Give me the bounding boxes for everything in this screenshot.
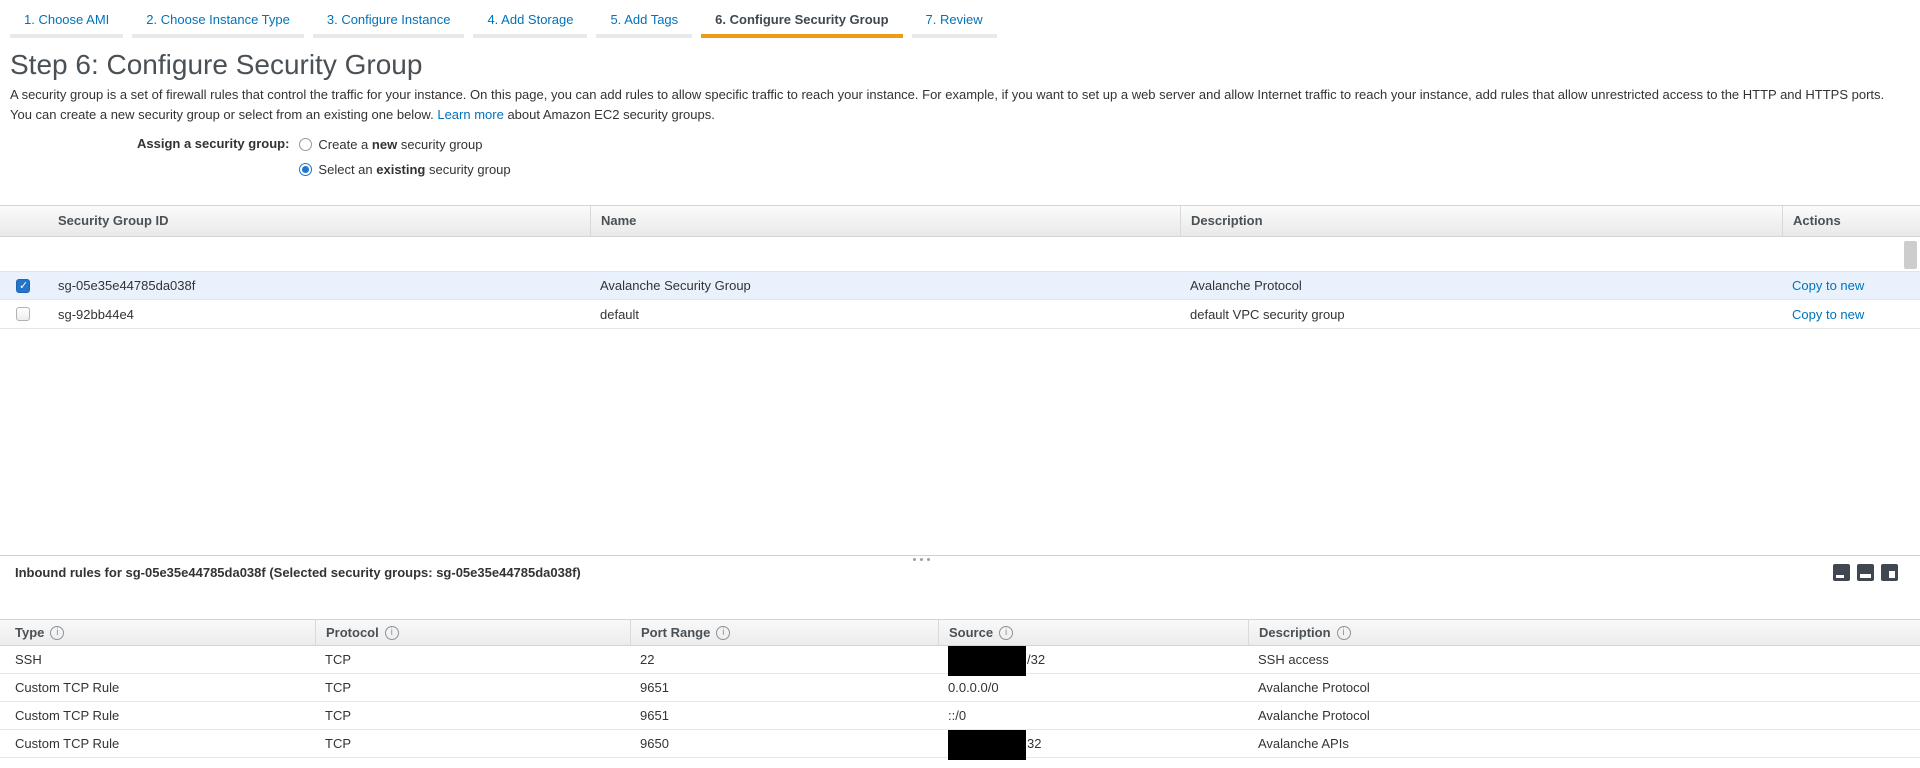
wizard-tab-2[interactable]: 2. Choose Instance Type bbox=[132, 9, 304, 38]
panel-divider bbox=[0, 555, 1920, 556]
column-header-security-group-id: Security Group ID bbox=[48, 206, 590, 236]
inbound-rule-row: Custom TCP RuleTCP965032Avalanche APIs bbox=[0, 730, 1920, 758]
security-group-table-header: Security Group ID Name Description Actio… bbox=[0, 205, 1920, 237]
column-header-description: Descriptioni bbox=[1248, 620, 1920, 645]
table-gap bbox=[0, 237, 1920, 271]
inbound-rule-row: SSHTCP22/32SSH access bbox=[0, 646, 1920, 674]
rule-protocol-cell: TCP bbox=[315, 736, 630, 751]
row-checkbox[interactable] bbox=[16, 279, 30, 293]
radio-option-label: Create a new security group bbox=[318, 137, 482, 152]
inbound-rule-row: Custom TCP RuleTCP96510.0.0.0/0Avalanche… bbox=[0, 674, 1920, 702]
rule-type-cell: Custom TCP Rule bbox=[0, 680, 315, 695]
column-header-name: Name bbox=[590, 206, 1180, 236]
rule-description-cell: Avalanche Protocol bbox=[1248, 680, 1920, 695]
security-group-table: Security Group ID Name Description Actio… bbox=[0, 205, 1920, 329]
assign-security-group-label: Assign a security group: bbox=[137, 136, 289, 151]
rule-description-cell: Avalanche APIs bbox=[1248, 736, 1920, 751]
rule-port-range-cell: 22 bbox=[630, 652, 938, 667]
inbound-rules-title: Inbound rules for sg-05e35e44785da038f (… bbox=[15, 565, 581, 580]
sg-name-cell: default bbox=[590, 307, 1180, 322]
sg-actions-cell: Copy to new bbox=[1782, 307, 1920, 322]
inbound-rule-row: Custom TCP RuleTCP9651::/0Avalanche Prot… bbox=[0, 702, 1920, 730]
view-toggle-group bbox=[1833, 564, 1898, 581]
wizard-tab-5[interactable]: 5. Add Tags bbox=[596, 9, 692, 38]
column-header-actions: Actions bbox=[1782, 206, 1920, 236]
table-scrollbar-thumb[interactable] bbox=[1904, 241, 1917, 269]
column-header-protocol: Protocoli bbox=[315, 620, 630, 645]
rule-protocol-cell: TCP bbox=[315, 708, 630, 723]
copy-to-new-link[interactable]: Copy to new bbox=[1792, 278, 1864, 293]
sg-actions-cell: Copy to new bbox=[1782, 278, 1920, 293]
assign-option-2[interactable]: Select an existing security group bbox=[299, 159, 510, 179]
radio-button-icon[interactable] bbox=[299, 138, 312, 151]
info-icon[interactable]: i bbox=[1337, 626, 1351, 640]
row-checkbox[interactable] bbox=[16, 307, 30, 321]
empty-table-area bbox=[0, 329, 1920, 555]
sg-description-cell: default VPC security group bbox=[1180, 307, 1782, 322]
radio-button-icon[interactable] bbox=[299, 163, 312, 176]
assign-security-group-section: Assign a security group: Create a new se… bbox=[137, 134, 1920, 179]
rule-source-cell: /32 bbox=[938, 652, 1248, 667]
checkbox-column-header bbox=[0, 206, 48, 236]
wizard-tab-7[interactable]: 7. Review bbox=[912, 9, 997, 38]
assign-radio-group: Create a new security group Select an exi… bbox=[299, 134, 510, 179]
redacted-ip-box bbox=[948, 646, 1026, 676]
rule-source-cell: 0.0.0.0/0 bbox=[938, 680, 1248, 695]
rule-port-range-cell: 9651 bbox=[630, 708, 938, 723]
page-title: Step 6: Configure Security Group bbox=[10, 50, 1920, 80]
info-icon[interactable]: i bbox=[999, 626, 1013, 640]
wizard-tab-1[interactable]: 1. Choose AMI bbox=[10, 9, 123, 38]
description-text-after: about Amazon EC2 security groups. bbox=[507, 107, 714, 122]
sg-id-cell: sg-05e35e44785da038f bbox=[48, 278, 590, 293]
learn-more-link[interactable]: Learn more bbox=[437, 107, 503, 122]
radio-option-label: Select an existing security group bbox=[318, 162, 510, 177]
rule-port-range-cell: 9650 bbox=[630, 736, 938, 751]
description-text: A security group is a set of firewall ru… bbox=[10, 87, 1884, 122]
sg-id-cell: sg-92bb44e4 bbox=[48, 307, 590, 322]
info-icon[interactable]: i bbox=[716, 626, 730, 640]
rule-description-cell: SSH access bbox=[1248, 652, 1920, 667]
column-header-source: Sourcei bbox=[938, 620, 1248, 645]
split-bottom-small-icon[interactable] bbox=[1833, 564, 1850, 581]
rule-description-cell: Avalanche Protocol bbox=[1248, 708, 1920, 723]
split-right-icon[interactable] bbox=[1881, 564, 1898, 581]
rule-type-cell: SSH bbox=[0, 652, 315, 667]
info-icon[interactable]: i bbox=[385, 626, 399, 640]
rule-protocol-cell: TCP bbox=[315, 652, 630, 667]
wizard-tab-3[interactable]: 3. Configure Instance bbox=[313, 9, 465, 38]
wizard-tab-4[interactable]: 4. Add Storage bbox=[473, 9, 587, 38]
page-description: A security group is a set of firewall ru… bbox=[10, 85, 1898, 125]
info-icon[interactable]: i bbox=[50, 626, 64, 640]
wizard-tab-bar: 1. Choose AMI 2. Choose Instance Type 3. C… bbox=[0, 0, 1920, 38]
column-header-type: Typei bbox=[0, 620, 315, 645]
inbound-rules-table: Typei Protocoli Port Rangei Sourcei Desc… bbox=[0, 619, 1920, 758]
redacted-ip-box bbox=[948, 730, 1026, 760]
rule-type-cell: Custom TCP Rule bbox=[0, 736, 315, 751]
rule-protocol-cell: TCP bbox=[315, 680, 630, 695]
column-header-description: Description bbox=[1180, 206, 1782, 236]
security-group-row[interactable]: sg-92bb44e4defaultdefault VPC security g… bbox=[0, 300, 1920, 329]
column-header-port-range: Port Rangei bbox=[630, 620, 938, 645]
rule-source-cell: 32 bbox=[938, 736, 1248, 751]
checkbox-cell bbox=[0, 307, 48, 321]
rule-type-cell: Custom TCP Rule bbox=[0, 708, 315, 723]
inbound-table-header: Typei Protocoli Port Rangei Sourcei Desc… bbox=[0, 619, 1920, 646]
copy-to-new-link[interactable]: Copy to new bbox=[1792, 307, 1864, 322]
sg-description-cell: Avalanche Protocol bbox=[1180, 278, 1782, 293]
rule-port-range-cell: 9651 bbox=[630, 680, 938, 695]
checkbox-cell bbox=[0, 279, 48, 293]
inbound-rules-header: Inbound rules for sg-05e35e44785da038f (… bbox=[15, 564, 1905, 581]
assign-option-1[interactable]: Create a new security group bbox=[299, 134, 510, 154]
sg-name-cell: Avalanche Security Group bbox=[590, 278, 1180, 293]
wizard-tab-6[interactable]: 6. Configure Security Group bbox=[701, 9, 902, 38]
security-group-row[interactable]: sg-05e35e44785da038fAvalanche Security G… bbox=[0, 271, 1920, 300]
rule-source-cell: ::/0 bbox=[938, 708, 1248, 723]
panel-resize-handle-icon[interactable] bbox=[913, 558, 930, 561]
split-bottom-icon[interactable] bbox=[1857, 564, 1874, 581]
